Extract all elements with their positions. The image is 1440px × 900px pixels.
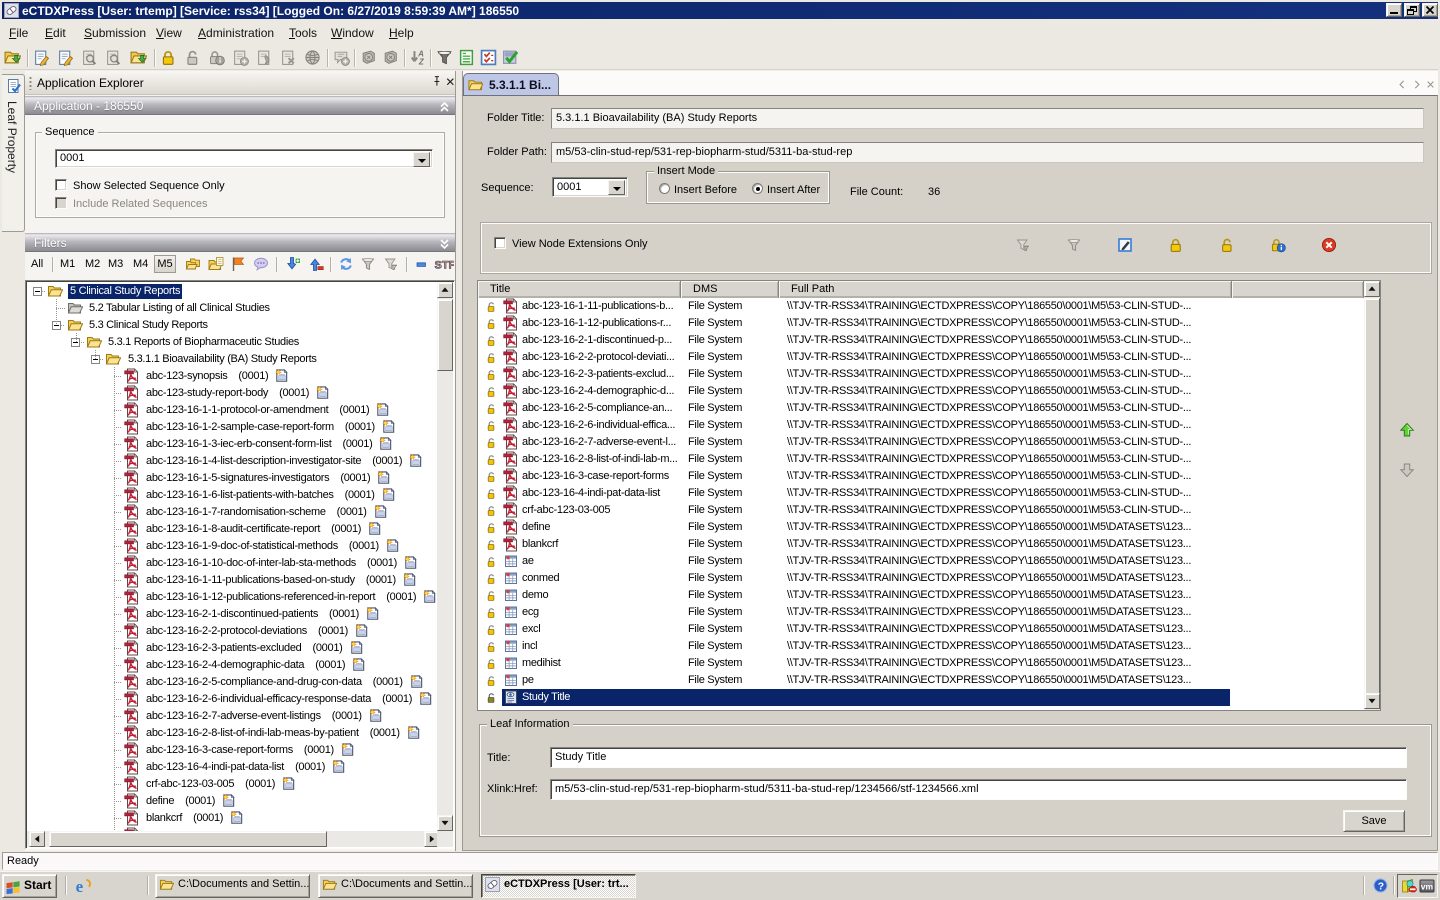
svg-text:?: ? xyxy=(1378,881,1384,892)
svg-text:e: e xyxy=(76,877,84,894)
svg-text:STF: STF xyxy=(435,260,455,272)
svg-text:vm: vm xyxy=(1421,882,1434,892)
svg-text:Z: Z xyxy=(418,58,425,66)
